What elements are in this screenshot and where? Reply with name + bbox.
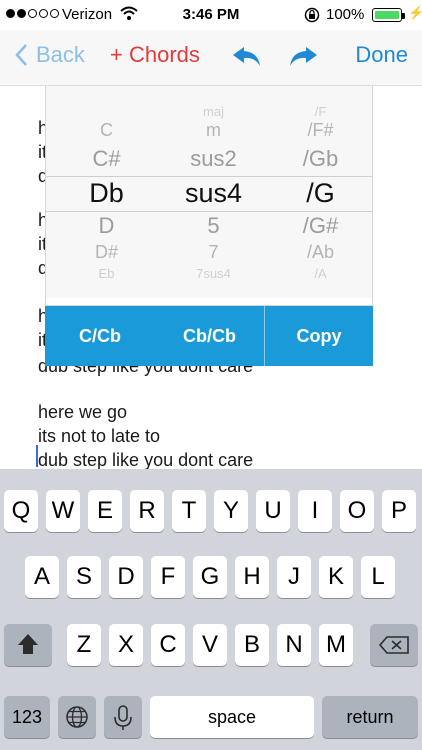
- picker-footer: [46, 298, 372, 305]
- globe-icon: [66, 706, 88, 728]
- key[interactable]: G: [193, 556, 227, 598]
- lyric-line: dub step like you dont care: [38, 450, 254, 470]
- globe-key[interactable]: [58, 696, 96, 738]
- key[interactable]: Y: [214, 490, 248, 532]
- key[interactable]: B: [235, 624, 269, 666]
- key[interactable]: N: [277, 624, 311, 666]
- add-chords-button[interactable]: + Chords: [110, 42, 200, 68]
- picker-option[interactable]: /F: [266, 104, 372, 119]
- keyboard: Q W E R T Y U I O P A S D F G H J K L Z …: [0, 469, 422, 750]
- picker-option[interactable]: 7: [159, 242, 268, 263]
- picker-option[interactable]: /F#: [266, 120, 372, 141]
- microphone-icon: [114, 705, 132, 730]
- copy-button[interactable]: Copy: [265, 306, 373, 366]
- picker-option[interactable]: /Ab: [266, 242, 372, 263]
- lyric-line: its not to late to: [38, 426, 161, 446]
- key[interactable]: K: [319, 556, 353, 598]
- picker-option[interactable]: maj: [159, 104, 268, 119]
- key[interactable]: H: [235, 556, 269, 598]
- picker-selected-quality[interactable]: sus4: [159, 178, 268, 209]
- key[interactable]: U: [256, 490, 290, 532]
- picker-option[interactable]: D#: [52, 242, 161, 263]
- rotation-lock-icon: [304, 7, 320, 23]
- picker-root-column[interactable]: C C# Db D D# Eb: [52, 86, 161, 305]
- picker-option[interactable]: D: [52, 213, 161, 239]
- key[interactable]: V: [193, 624, 227, 666]
- picker-option[interactable]: C: [52, 120, 161, 141]
- charging-bolt-icon: ⚡: [408, 5, 422, 20]
- key[interactable]: T: [172, 490, 206, 532]
- key[interactable]: Z: [67, 624, 101, 666]
- backspace-icon: [378, 636, 409, 654]
- key[interactable]: J: [277, 556, 311, 598]
- key[interactable]: O: [340, 490, 374, 532]
- chord-action-bar: C/Cb Cb/Cb Copy: [45, 306, 373, 366]
- space-key[interactable]: space: [150, 696, 314, 738]
- backspace-key[interactable]: [370, 624, 418, 666]
- picker-option[interactable]: sus2: [159, 146, 268, 172]
- key[interactable]: E: [88, 490, 122, 532]
- picker-option[interactable]: 7sus4: [159, 266, 268, 281]
- microphone-key[interactable]: [104, 696, 142, 738]
- key[interactable]: D: [109, 556, 143, 598]
- return-key[interactable]: return: [322, 696, 418, 738]
- key[interactable]: F: [151, 556, 185, 598]
- shift-key[interactable]: [4, 624, 52, 666]
- chord-picker[interactable]: C C# Db D D# Eb maj m sus2 sus4 5 7 7sus…: [45, 86, 373, 306]
- c-cb-button[interactable]: C/Cb: [45, 306, 155, 366]
- back-button[interactable]: Back: [14, 42, 85, 68]
- key[interactable]: A: [25, 556, 59, 598]
- picker-option[interactable]: Eb: [52, 266, 161, 281]
- battery-icon: [372, 8, 405, 22]
- back-label: Back: [36, 42, 85, 67]
- picker-option[interactable]: C#: [52, 146, 161, 172]
- picker-option[interactable]: m: [159, 120, 268, 141]
- picker-option[interactable]: /G#: [266, 213, 372, 239]
- battery-percent: 100%: [326, 6, 365, 23]
- key[interactable]: P: [382, 490, 416, 532]
- key[interactable]: R: [130, 490, 164, 532]
- picker-selected-bass[interactable]: /G: [266, 178, 372, 209]
- picker-bass-column[interactable]: /F /F# /Gb /G /G# /Ab /A: [266, 86, 372, 305]
- text-cursor: [36, 445, 38, 467]
- undo-icon[interactable]: [232, 46, 262, 68]
- picker-selected-root[interactable]: Db: [52, 178, 161, 209]
- numbers-key[interactable]: 123: [4, 696, 50, 738]
- key[interactable]: L: [361, 556, 395, 598]
- picker-option[interactable]: /A: [266, 266, 372, 281]
- cb-cb-button[interactable]: Cb/Cb: [155, 306, 264, 366]
- key[interactable]: Q: [4, 490, 38, 532]
- shift-icon: [18, 634, 38, 654]
- key[interactable]: I: [298, 490, 332, 532]
- picker-quality-column[interactable]: maj m sus2 sus4 5 7 7sus4: [159, 86, 268, 305]
- picker-option[interactable]: 5: [159, 213, 268, 239]
- nav-bar: Back + Chords Done: [0, 30, 422, 86]
- picker-option[interactable]: /Gb: [266, 146, 372, 172]
- done-button[interactable]: Done: [355, 42, 408, 68]
- lyric-line: here we go: [38, 402, 128, 422]
- key[interactable]: X: [109, 624, 143, 666]
- key[interactable]: M: [319, 624, 353, 666]
- key[interactable]: S: [67, 556, 101, 598]
- key[interactable]: W: [46, 490, 80, 532]
- key[interactable]: C: [151, 624, 185, 666]
- redo-icon[interactable]: [288, 46, 318, 68]
- status-bar: Verizon 3:46 PM 100% ⚡: [0, 0, 422, 30]
- chevron-left-icon: [15, 44, 27, 66]
